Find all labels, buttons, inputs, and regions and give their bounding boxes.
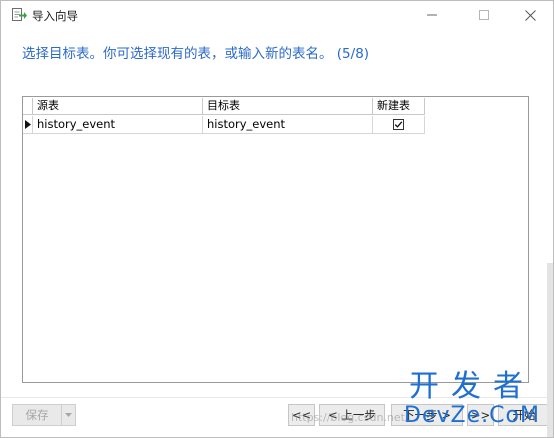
brand-watermark: 开发者 DevZe.CoM: [389, 369, 553, 429]
new-table-checkbox[interactable]: [393, 119, 404, 130]
maximize-button[interactable]: [467, 1, 501, 29]
table-mapping-grid: 源表 目标表 新建表 history_event history_event: [22, 96, 529, 383]
maximize-icon: [479, 10, 489, 20]
save-button[interactable]: 保存: [12, 404, 62, 426]
source-table-cell[interactable]: history_event: [33, 116, 203, 134]
current-row-arrow-icon: [24, 120, 31, 129]
step-instruction: 选择目标表。你可选择现有的表，或输入新的表名。 (5/8): [22, 46, 370, 62]
new-table-cell[interactable]: [373, 116, 425, 134]
close-button[interactable]: [513, 1, 547, 29]
brand-watermark-bottom: DevZe.CoM: [404, 403, 540, 428]
row-indicator-header: [23, 98, 33, 115]
chevron-down-icon: [65, 413, 72, 417]
checkmark-icon: [394, 121, 403, 128]
title-bar: 导入向导: [1, 1, 553, 30]
table-row[interactable]: history_event history_event: [23, 116, 425, 134]
grid-header: 源表 目标表 新建表: [23, 98, 425, 115]
target-table-cell[interactable]: history_event: [203, 116, 373, 134]
column-header-target[interactable]: 目标表: [203, 98, 373, 115]
close-icon: [524, 9, 536, 21]
column-header-new-table[interactable]: 新建表: [373, 98, 425, 115]
window-title: 导入向导: [32, 9, 78, 23]
save-split-button[interactable]: 保存: [12, 404, 76, 426]
import-wizard-icon: [11, 7, 27, 23]
minimize-icon: [427, 14, 437, 16]
row-selector[interactable]: [23, 116, 33, 134]
import-wizard-window: 导入向导 选择目标表。你可选择现有的表，或输入新的表名。 (5/8) 源表 目标…: [0, 0, 554, 438]
save-dropdown-button[interactable]: [62, 404, 76, 426]
brand-watermark-top: 开发者: [409, 369, 535, 404]
minimize-button[interactable]: [415, 1, 449, 29]
column-header-source[interactable]: 源表: [33, 98, 203, 115]
